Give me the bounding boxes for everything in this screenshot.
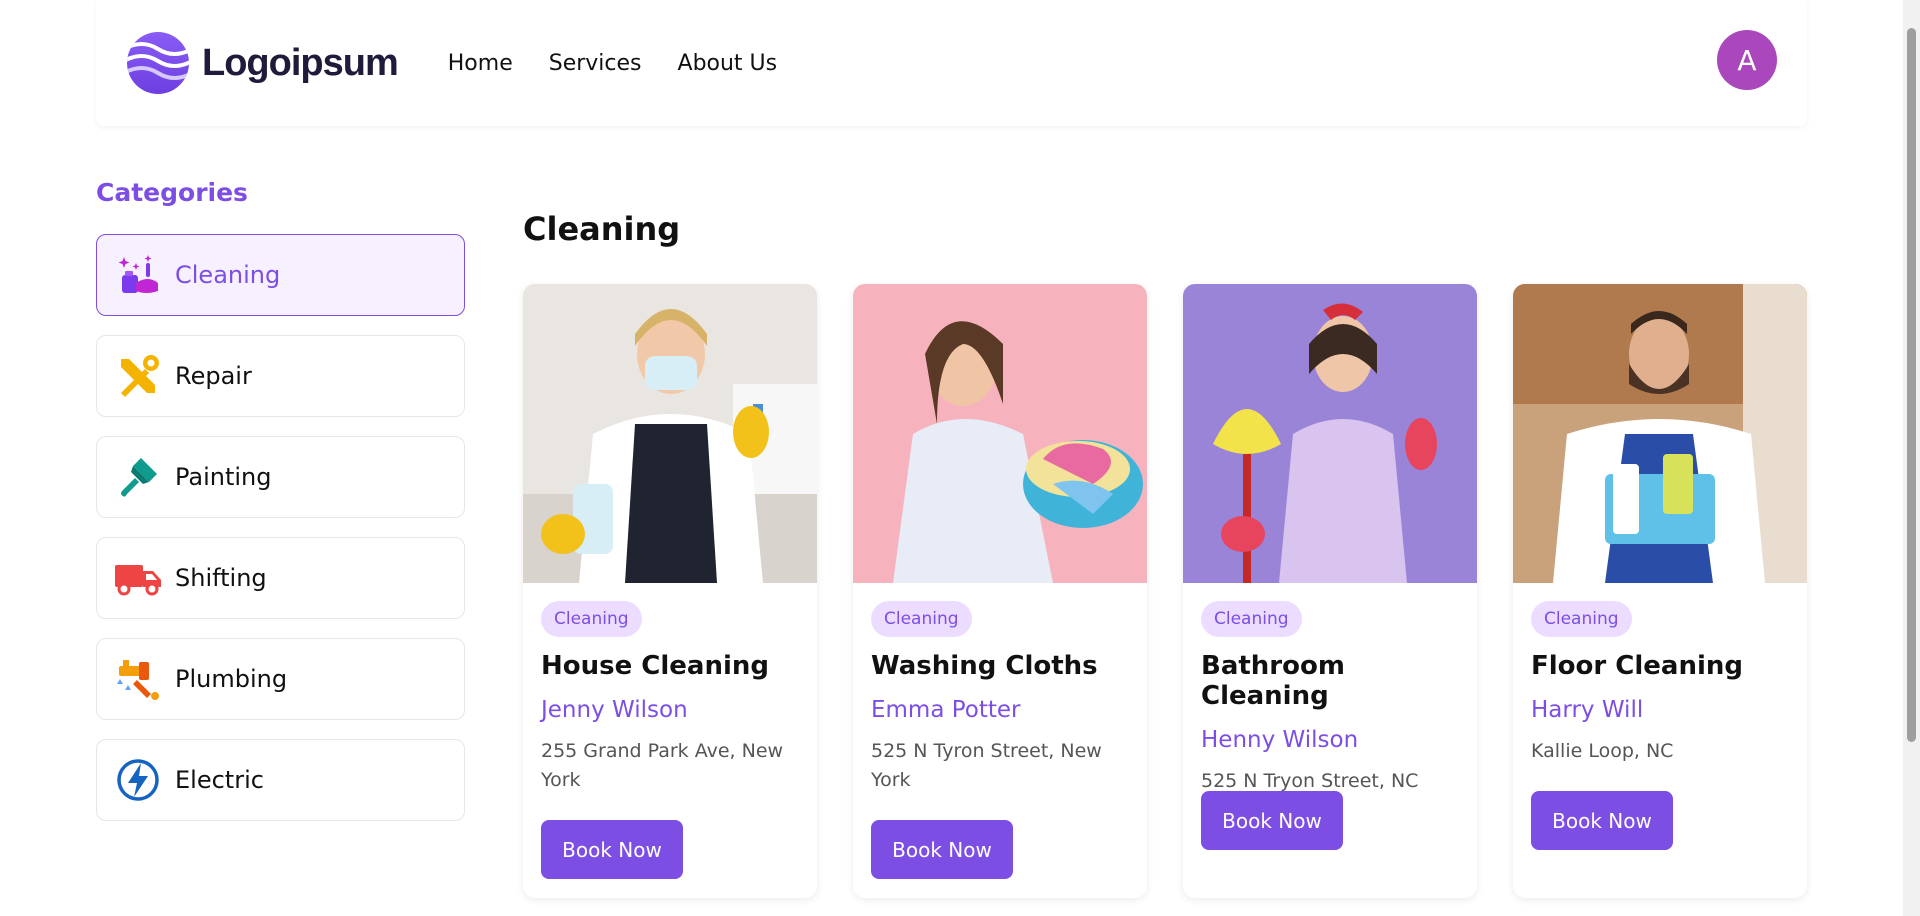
logo-text: Logoipsum [202, 41, 399, 84]
service-photo [1183, 284, 1477, 583]
sidebar-item-label: Plumbing [175, 665, 288, 693]
book-now-button[interactable]: Book Now [541, 820, 683, 879]
main-nav: Home Services About Us [448, 51, 777, 76]
sidebar-item-label: Repair [175, 362, 252, 390]
service-title: Bathroom Cleaning [1201, 651, 1345, 711]
sidebar-item-painting[interactable]: Painting [96, 436, 465, 518]
service-address: 255 Grand Park Ave, New York [541, 740, 784, 791]
book-now-button[interactable]: Book Now [1201, 791, 1343, 850]
vertical-scrollbar[interactable] [1903, 0, 1920, 916]
sidebar-item-plumbing[interactable]: Plumbing [96, 638, 465, 720]
category-sidebar: Cleaning Repair Painting Shifting Plumbi… [96, 234, 465, 821]
sidebar-item-label: Shifting [175, 564, 267, 592]
cleaning-icon [115, 252, 161, 298]
provider-name: Harry Will [1531, 697, 1644, 723]
service-title: Floor Cleaning [1531, 651, 1743, 681]
service-card[interactable]: Cleaning Floor Cleaning Harry Will Kalli… [1513, 284, 1807, 898]
plumbing-icon [115, 656, 161, 702]
lightning-icon [115, 757, 161, 803]
category-tag: Cleaning [541, 601, 642, 637]
sidebar-item-electric[interactable]: Electric [96, 739, 465, 821]
book-now-button[interactable]: Book Now [871, 820, 1013, 879]
service-card-grid: Cleaning House Cleaning Jenny Wilson 255… [523, 284, 1807, 898]
truck-icon [115, 555, 161, 601]
category-tag: Cleaning [871, 601, 972, 637]
service-photo [853, 284, 1147, 583]
service-address: 525 N Tyron Street, New York [871, 740, 1102, 791]
service-photo [523, 284, 817, 583]
service-address: Kallie Loop, NC [1531, 740, 1674, 762]
provider-name: Jenny Wilson [541, 697, 688, 723]
nav-services[interactable]: Services [549, 51, 642, 76]
category-tag: Cleaning [1201, 601, 1302, 637]
repair-tools-icon [115, 353, 161, 399]
top-header: Logoipsum Home Services About Us A [96, 0, 1807, 126]
paint-brush-icon [115, 454, 161, 500]
provider-name: Henny Wilson [1201, 727, 1359, 753]
service-photo [1513, 284, 1807, 583]
service-card[interactable]: Cleaning Washing Cloths Emma Potter 525 … [853, 284, 1147, 898]
sidebar-item-label: Painting [175, 463, 272, 491]
sidebar-item-repair[interactable]: Repair [96, 335, 465, 417]
service-card[interactable]: Cleaning Bathroom Cleaning Henny Wilson … [1183, 284, 1477, 898]
logo[interactable]: Logoipsum [126, 31, 399, 95]
scrollbar-thumb[interactable] [1907, 28, 1916, 742]
sidebar-item-label: Electric [175, 766, 264, 794]
sidebar-item-cleaning[interactable]: Cleaning [96, 234, 465, 316]
service-card[interactable]: Cleaning House Cleaning Jenny Wilson 255… [523, 284, 817, 898]
logo-mark-icon [127, 32, 189, 94]
sidebar-item-label: Cleaning [175, 261, 281, 289]
nav-home[interactable]: Home [448, 51, 513, 76]
service-title: House Cleaning [541, 651, 770, 681]
avatar[interactable]: A [1717, 30, 1777, 90]
nav-about-us[interactable]: About Us [678, 51, 778, 76]
section-title: Cleaning [523, 210, 681, 248]
service-title: Washing Cloths [871, 651, 1098, 681]
provider-name: Emma Potter [871, 697, 1021, 723]
sidebar-item-shifting[interactable]: Shifting [96, 537, 465, 619]
book-now-button[interactable]: Book Now [1531, 791, 1673, 850]
category-tag: Cleaning [1531, 601, 1632, 637]
categories-title: Categories [96, 178, 248, 207]
